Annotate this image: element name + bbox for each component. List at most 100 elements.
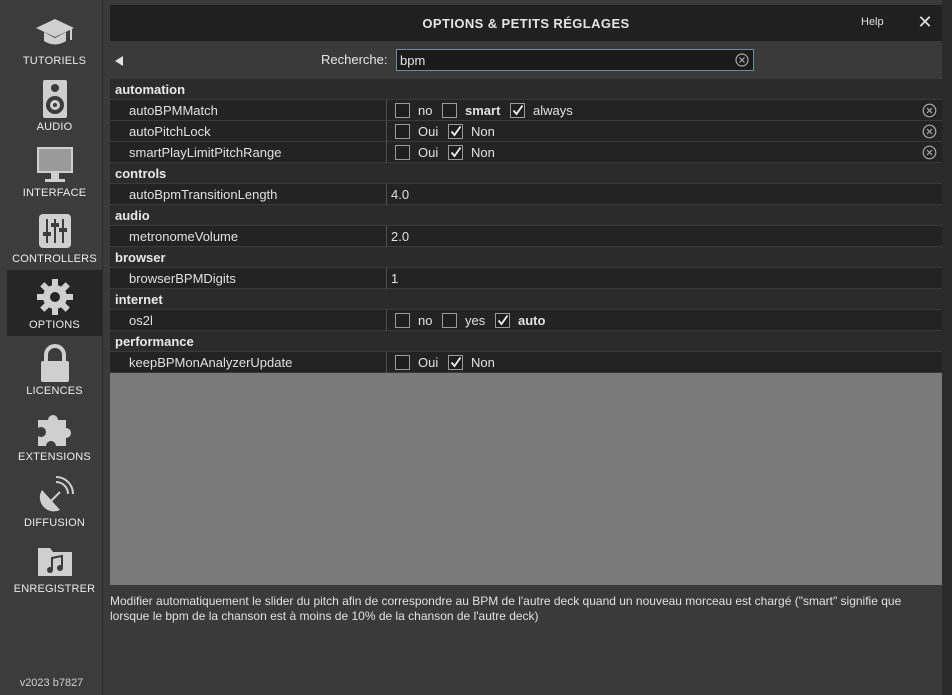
option-value-field[interactable]: 4.0 xyxy=(391,187,409,202)
checkbox-smart[interactable] xyxy=(442,103,457,118)
column-divider xyxy=(386,121,387,142)
sidebar-item-label: ENREGISTRER xyxy=(13,583,96,595)
column-divider xyxy=(386,352,387,373)
sidebar-item-label: OPTIONS xyxy=(29,319,80,331)
checkbox-label: Non xyxy=(471,124,495,139)
sliders-icon xyxy=(7,210,102,252)
option-row-autobpmtransitionlength: autoBpmTransitionLength 4.0 xyxy=(110,184,942,205)
reset-option-icon[interactable] xyxy=(922,103,937,118)
checkbox-label: no xyxy=(418,313,433,328)
checkbox-non[interactable] xyxy=(448,355,463,370)
option-name: autoBPMMatch xyxy=(129,103,218,118)
clear-search-icon[interactable] xyxy=(735,53,749,67)
satellite-dish-icon xyxy=(7,474,102,516)
checkbox-label: smart xyxy=(465,103,501,118)
checkbox-always[interactable] xyxy=(510,103,525,118)
checkbox-label: Oui xyxy=(418,355,439,370)
option-row-autobpmmatch: autoBPMMatch no smart always xyxy=(110,100,942,121)
option-name: browserBPMDigits xyxy=(129,271,236,286)
lock-icon xyxy=(7,342,102,384)
category-row: performance xyxy=(110,331,942,352)
music-folder-icon xyxy=(7,540,102,582)
sidebar-item-audio[interactable]: AUDIO xyxy=(7,72,102,138)
option-name: autoBpmTransitionLength xyxy=(129,187,278,202)
reset-option-icon[interactable] xyxy=(922,145,937,160)
search-input[interactable] xyxy=(400,52,730,68)
option-row-smartplaylimitpitchrange: smartPlayLimitPitchRange Oui Non xyxy=(110,142,942,163)
checkmark-icon xyxy=(450,146,462,158)
sidebar-item-label: CONTROLLERS xyxy=(12,253,97,265)
checkbox-label: Non xyxy=(471,145,495,160)
checkbox-non[interactable] xyxy=(448,145,463,160)
option-row-metronomevolume: metronomeVolume 2.0 xyxy=(110,226,942,247)
option-value-field[interactable]: 2.0 xyxy=(391,229,409,244)
window-edge xyxy=(942,0,952,695)
option-name: os2l xyxy=(129,313,153,328)
checkbox-oui[interactable] xyxy=(395,124,410,139)
category-name: audio xyxy=(115,208,150,223)
checkbox-oui[interactable] xyxy=(395,355,410,370)
checkbox-oui[interactable] xyxy=(395,145,410,160)
option-value-field[interactable]: 1 xyxy=(391,271,398,286)
category-row: browser xyxy=(110,247,942,268)
checkbox-label: yes xyxy=(465,313,486,328)
category-row: internet xyxy=(110,289,942,310)
category-row: automation xyxy=(110,79,942,100)
reset-option-icon[interactable] xyxy=(922,124,937,139)
checkbox-label: auto xyxy=(518,313,546,328)
column-divider xyxy=(386,142,387,163)
option-row-keepbpmonanalyzerupdate: keepBPMonAnalyzerUpdate Oui Non xyxy=(110,352,942,373)
option-name: smartPlayLimitPitchRange xyxy=(129,145,282,160)
back-arrow-icon[interactable] xyxy=(113,54,125,66)
gear-icon xyxy=(7,276,102,318)
speaker-icon xyxy=(7,78,102,120)
monitor-icon xyxy=(7,144,102,186)
sidebar-item-diffusion[interactable]: DIFFUSION xyxy=(7,468,102,534)
checkbox-non[interactable] xyxy=(448,124,463,139)
checkbox-label: Oui xyxy=(418,145,439,160)
sidebar-item-label: AUDIO xyxy=(36,121,73,133)
sidebar-item-enregistrer[interactable]: ENREGISTRER xyxy=(7,534,102,600)
checkmark-icon xyxy=(450,356,462,368)
search-box xyxy=(396,49,754,71)
search-label: Recherche: xyxy=(321,52,388,67)
option-row-os2l: os2l no yes auto xyxy=(110,310,942,331)
checkmark-icon xyxy=(450,125,462,137)
options-panel: OPTIONS & PETITS RÉGLAGES Help ✕ Recherc… xyxy=(110,5,942,695)
option-description: Modifier automatiquement le slider du pi… xyxy=(110,594,902,623)
options-list: automation autoBPMMatch no smart always … xyxy=(110,79,942,585)
checkbox-auto[interactable] xyxy=(495,313,510,328)
category-name: internet xyxy=(115,292,163,307)
column-divider xyxy=(386,268,387,289)
sidebar-item-label: EXTENSIONS xyxy=(18,451,91,463)
category-name: automation xyxy=(115,82,186,97)
sidebar-item-licences[interactable]: LICENCES xyxy=(7,336,102,402)
sidebar-item-label: DIFFUSION xyxy=(23,517,86,529)
category-name: performance xyxy=(115,334,194,349)
column-divider xyxy=(386,310,387,331)
checkbox-no[interactable] xyxy=(395,103,410,118)
sidebar-item-extensions[interactable]: EXTENSIONS xyxy=(7,402,102,468)
category-name: controls xyxy=(115,166,167,181)
category-row: controls xyxy=(110,163,942,184)
page-title: OPTIONS & PETITS RÉGLAGES xyxy=(422,16,630,31)
checkmark-icon xyxy=(512,104,524,116)
puzzle-icon xyxy=(7,408,102,450)
help-button[interactable]: Help xyxy=(861,16,884,28)
option-name: metronomeVolume xyxy=(129,229,239,244)
column-divider xyxy=(386,184,387,205)
sidebar-item-controllers[interactable]: CONTROLLERS xyxy=(7,204,102,270)
column-divider xyxy=(386,100,387,121)
checkbox-label: Oui xyxy=(418,124,439,139)
sidebar-item-options[interactable]: OPTIONS xyxy=(7,270,102,336)
option-name: keepBPMonAnalyzerUpdate xyxy=(129,355,293,370)
close-button[interactable]: ✕ xyxy=(916,12,934,32)
checkbox-no[interactable] xyxy=(395,313,410,328)
version-label: v2023 b7827 xyxy=(19,677,84,689)
option-name: autoPitchLock xyxy=(129,124,211,139)
option-row-autopitchlock: autoPitchLock Oui Non xyxy=(110,121,942,142)
checkbox-yes[interactable] xyxy=(442,313,457,328)
sidebar-item-interface[interactable]: INTERFACE xyxy=(7,138,102,204)
sidebar-item-tutoriels[interactable]: TUTORIELS xyxy=(7,6,102,72)
title-bar: OPTIONS & PETITS RÉGLAGES Help ✕ xyxy=(110,5,942,41)
